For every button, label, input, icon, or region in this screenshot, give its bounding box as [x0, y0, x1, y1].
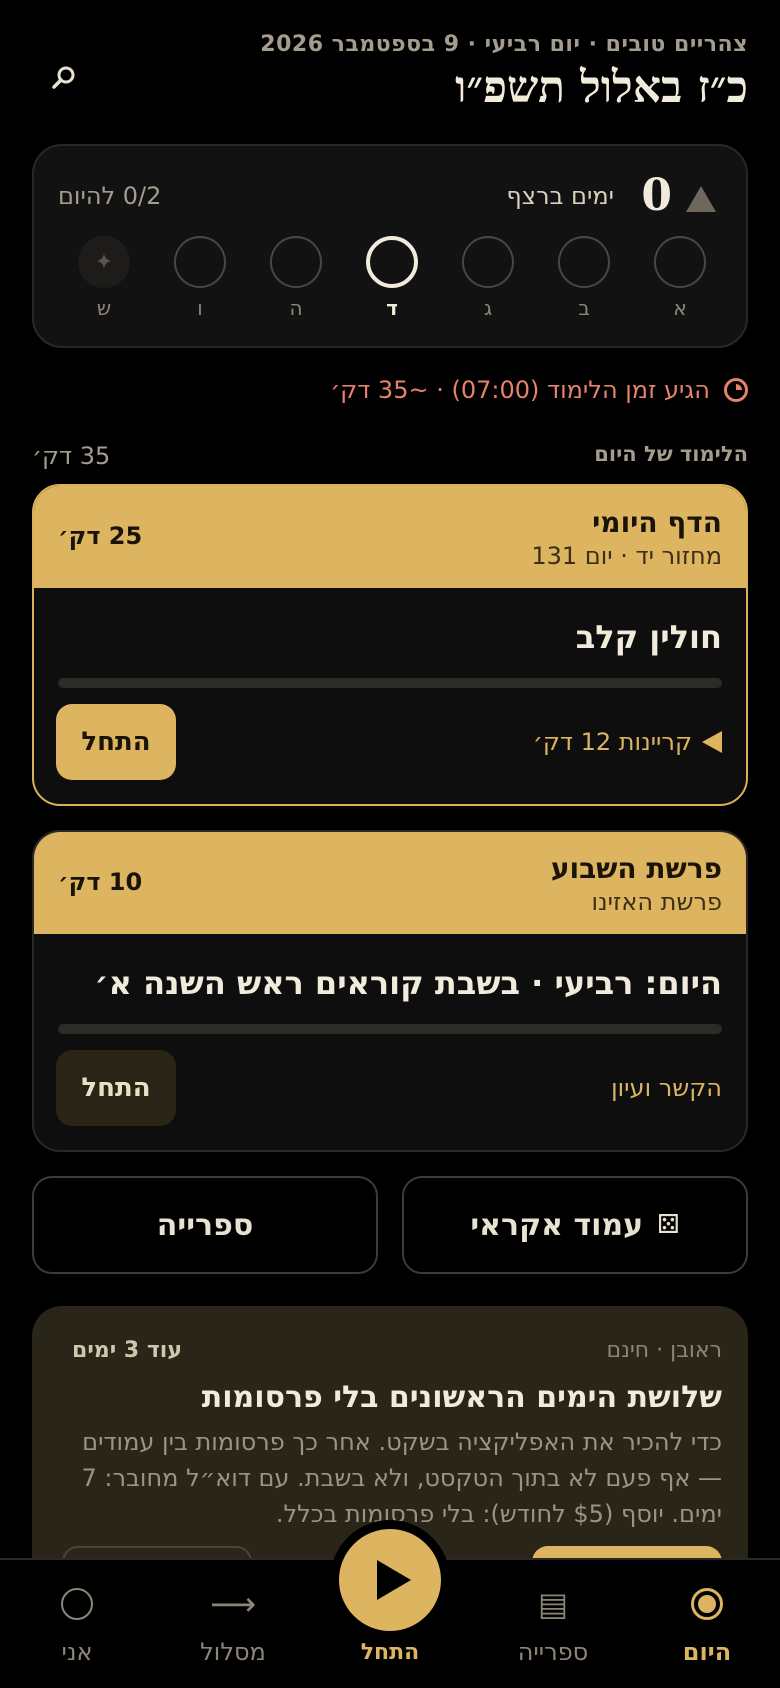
- daf-start-button[interactable]: התחל: [56, 704, 176, 780]
- card-progress-bar: [58, 1024, 722, 1034]
- streak-row: 0 ימים ברצף 0/2 להיום: [56, 166, 724, 221]
- parsha-card[interactable]: פרשת השבוע פרשת האזינו 10 דק׳ היום: רביע…: [32, 830, 748, 1152]
- card-title: פרשת השבוע: [550, 852, 722, 885]
- card-header: פרשת השבוע פרשת האזינו 10 דק׳: [34, 832, 746, 934]
- card-duration: 25 דק׳: [58, 522, 143, 550]
- card-body-title: היום: רביעי · בשבת קוראים ראש השנה א׳: [94, 964, 722, 1002]
- day-circle: [654, 236, 706, 288]
- day-circle: [558, 236, 610, 288]
- tab-start[interactable]: [330, 1520, 450, 1640]
- card-header: הדף היומי מחזור יד · יום 131 25 דק׳: [34, 486, 746, 588]
- study-reminder[interactable]: הגיע זמן הלימוד (07:00) · ~35 דק׳: [330, 376, 748, 404]
- start-play-button[interactable]: [339, 1529, 441, 1631]
- library-button[interactable]: ספרייה: [32, 1176, 378, 1274]
- narration-link-label: קריינות 12 דק׳: [532, 728, 692, 756]
- play-icon: [377, 1560, 411, 1600]
- tab-start-label: התחל: [360, 1640, 420, 1665]
- tab-label: היום: [682, 1638, 732, 1666]
- tab-bar: היום ▤ ספרייה התחל ⟶ מסלול אני: [0, 1520, 780, 1688]
- tab-me[interactable]: אני: [12, 1584, 142, 1666]
- tab-label: אני: [61, 1638, 93, 1666]
- random-page-button[interactable]: ⚄ עמוד אקראי: [402, 1176, 748, 1274]
- narration-link[interactable]: קריינות 12 דק׳: [533, 728, 722, 756]
- day-circle-today: [366, 236, 418, 288]
- streak-count: 0: [641, 170, 672, 221]
- tab-library[interactable]: ▤ ספרייה: [488, 1584, 618, 1666]
- day-label: ש: [96, 296, 112, 320]
- promo-from: ראובן · חינם: [606, 1338, 722, 1363]
- promo-body: כדי להכיר את האפליקציה בשקט. אחר כך פרסו…: [81, 1428, 722, 1528]
- day-shabbat[interactable]: ✦ ש: [76, 236, 132, 326]
- reminder-text: הגיע זמן הלימוד (07:00) · ~35 דק׳: [330, 376, 710, 404]
- day-label: ג: [483, 296, 493, 320]
- day-circle: [270, 236, 322, 288]
- section-title: הלימוד של היום: [594, 442, 748, 466]
- card-body-title: חולין קלב: [575, 618, 722, 656]
- streak-triangle-icon: [686, 186, 716, 212]
- card-title: הדף היומי: [592, 506, 722, 539]
- section-total-time: 35 דק׳: [32, 442, 111, 470]
- promo-title: שלושת הימים הראשונים בלי פרסומות: [201, 1380, 722, 1415]
- today-icon: [691, 1588, 723, 1620]
- random-page-label: עמוד אקראי: [470, 1207, 644, 1243]
- tab-today[interactable]: היום: [642, 1584, 772, 1666]
- day-thu[interactable]: ה: [268, 236, 324, 326]
- day-sun[interactable]: א: [652, 236, 708, 326]
- greeting-text: צהריים טובים · יום רביעי · 9 בספטמבר 202…: [260, 32, 748, 57]
- search-icon[interactable]: [50, 64, 78, 92]
- card-duration: 10 דק׳: [58, 868, 143, 896]
- tab-label: מסלול: [200, 1638, 266, 1666]
- day-label: ה: [289, 296, 303, 320]
- day-circle: [174, 236, 226, 288]
- card-progress-bar: [58, 678, 722, 688]
- day-label: ב: [578, 296, 590, 320]
- library-label: ספרייה: [156, 1207, 254, 1243]
- library-icon: ▤: [537, 1585, 569, 1623]
- day-mon[interactable]: ב: [556, 236, 612, 326]
- tab-label: ספרייה: [517, 1638, 589, 1666]
- sparkle-icon: ✦: [78, 236, 130, 288]
- day-wed-today[interactable]: ד: [364, 236, 420, 326]
- parsha-start-button[interactable]: התחל: [56, 1050, 176, 1126]
- day-tue[interactable]: ג: [460, 236, 516, 326]
- tab-path[interactable]: ⟶ מסלול: [168, 1584, 298, 1666]
- header: צהריים טובים · יום רביעי · 9 בספטמבר 202…: [32, 28, 748, 118]
- week-days: א ב ג ד ה ו ✦ ש: [68, 236, 708, 326]
- card-subtitle: מחזור יד · יום 131: [531, 542, 722, 570]
- streak-card: 0 ימים ברצף 0/2 להיום א ב ג ד ה ו ✦ ש: [32, 144, 748, 348]
- context-link[interactable]: הקשר ועיון: [611, 1074, 722, 1102]
- day-circle: [462, 236, 514, 288]
- profile-icon: [61, 1588, 93, 1620]
- day-fri[interactable]: ו: [172, 236, 228, 326]
- play-icon: [702, 731, 722, 753]
- promo-days-left: עוד 3 ימים: [72, 1338, 182, 1363]
- dice-icon: ⚄: [657, 1210, 680, 1240]
- day-label: ו: [197, 296, 203, 320]
- day-label: א: [673, 296, 687, 320]
- day-label: ד: [386, 296, 398, 320]
- path-arrow-icon: ⟶: [210, 1585, 256, 1623]
- hebrew-date: כ״ז באלול תשפ״ו: [455, 62, 748, 113]
- clock-icon: [724, 378, 748, 402]
- card-subtitle: פרשת האזינו: [591, 888, 723, 916]
- today-progress: 0/2 להיום: [58, 182, 162, 210]
- streak-label: ימים ברצף: [506, 182, 614, 210]
- daf-yomi-card[interactable]: הדף היומי מחזור יד · יום 131 25 דק׳ חולי…: [32, 484, 748, 806]
